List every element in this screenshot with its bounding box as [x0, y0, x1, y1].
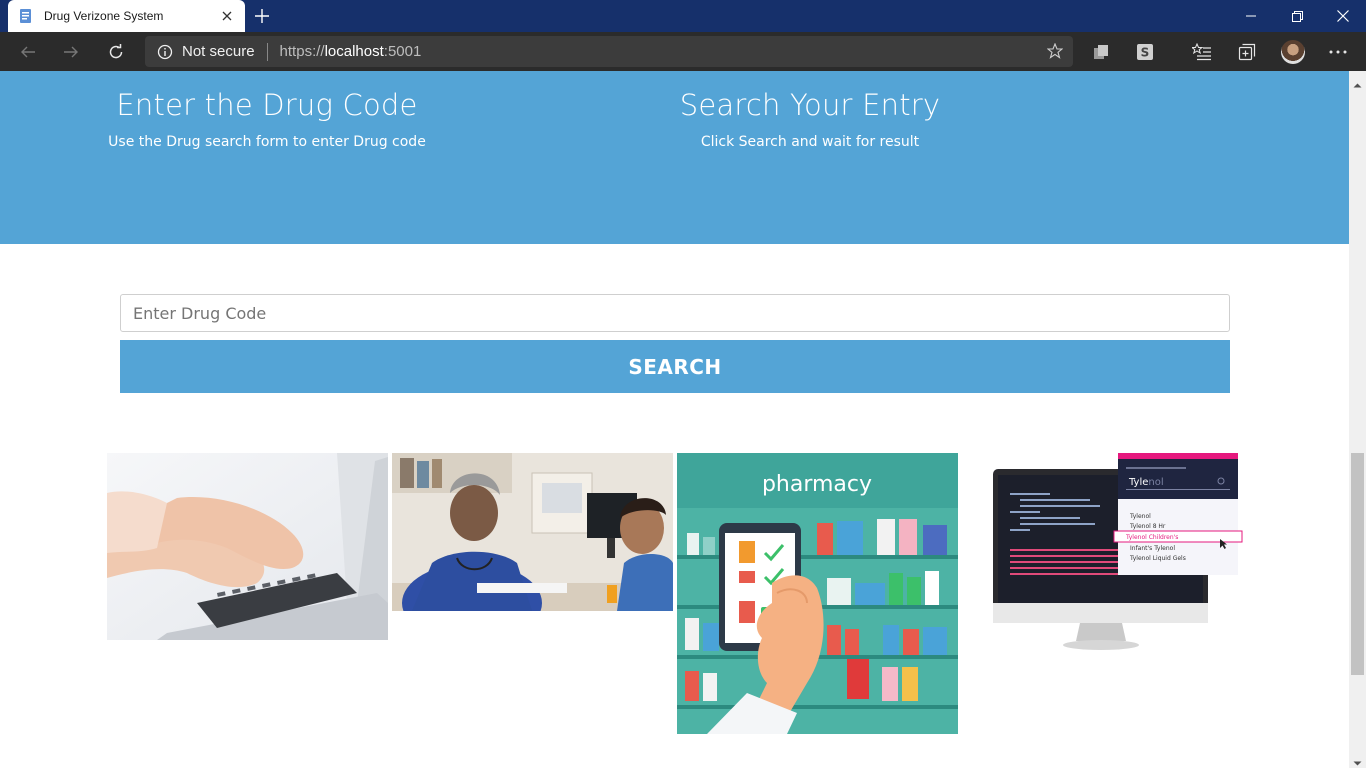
autocomplete-item: Tylenol Liquid Gels — [1129, 555, 1186, 562]
profile-avatar-icon[interactable] — [1281, 40, 1305, 64]
favorite-star-icon[interactable] — [1046, 42, 1064, 59]
browser-toolbar: Not secure https://localhost:5001 S — [0, 32, 1366, 71]
pharmacy-sign-text: pharmacy — [762, 472, 872, 497]
svg-text:S: S — [1141, 46, 1150, 60]
refresh-icon[interactable] — [102, 38, 130, 66]
restore-icon[interactable] — [1274, 0, 1320, 32]
svg-text:Tylenol: Tylenol — [1128, 477, 1164, 488]
autocomplete-item: Tylenol — [1129, 513, 1151, 520]
url-text[interactable]: https://localhost:5001 — [280, 43, 422, 60]
collections-extension-icon[interactable] — [1090, 41, 1112, 63]
doctor-desk-image — [392, 453, 673, 611]
url-port: :5001 — [383, 43, 422, 60]
forward-icon[interactable] — [57, 38, 85, 66]
step-search-entry-subtitle: Click Search and wait for result — [700, 134, 920, 150]
laptop-typing-image — [107, 453, 388, 640]
more-options-icon[interactable] — [1327, 41, 1349, 63]
collections-icon[interactable] — [1236, 41, 1258, 63]
url-scheme: https:// — [279, 43, 325, 60]
scroll-up-icon[interactable] — [1353, 75, 1362, 88]
step-search-entry-title: Search Your Entry — [679, 88, 941, 122]
autocomplete-item: Tylenol 8 Hr — [1129, 523, 1166, 530]
browser-tab[interactable]: Drug Verizone System — [8, 0, 245, 32]
step-enter-code: Enter the Drug Code Use the Drug search … — [57, 88, 477, 150]
scroll-down-icon[interactable] — [1353, 753, 1362, 766]
tab-title: Drug Verizone System — [44, 9, 164, 23]
step-enter-code-title: Enter the Drug Code — [116, 88, 418, 122]
new-tab-icon[interactable] — [252, 6, 272, 26]
back-icon[interactable] — [14, 38, 42, 66]
hero-banner: Enter the Drug Code Use the Drug search … — [0, 71, 1349, 244]
pharmacy-illustration: pharmacy OK — [677, 453, 958, 734]
autocomplete-rest: nol — [1148, 477, 1163, 488]
step-enter-code-subtitle: Use the Drug search form to enter Drug c… — [108, 134, 426, 150]
browser-title-bar: Drug Verizone System — [0, 0, 1366, 32]
info-icon[interactable] — [157, 44, 173, 60]
url-host: localhost — [324, 43, 384, 60]
page-icon — [18, 8, 34, 24]
search-button[interactable]: SEARCH — [120, 340, 1230, 393]
favorites-list-icon[interactable] — [1191, 41, 1213, 63]
close-tab-icon[interactable] — [219, 8, 235, 24]
autocomplete-item: Infant's Tylenol — [1130, 545, 1175, 552]
minimize-icon[interactable] — [1228, 0, 1274, 32]
page-content: Enter the Drug Code Use the Drug search … — [0, 71, 1349, 768]
s-extension-icon[interactable]: S — [1134, 41, 1156, 63]
close-window-icon[interactable] — [1320, 0, 1366, 32]
step-search-entry: Search Your Entry Click Search and wait … — [600, 88, 1020, 150]
vertical-scrollbar[interactable] — [1349, 71, 1366, 768]
address-divider — [266, 42, 268, 61]
drug-code-input[interactable] — [120, 294, 1230, 332]
security-label[interactable]: Not secure — [182, 43, 255, 60]
autocomplete-typed: Tyle — [1128, 477, 1148, 488]
autocomplete-item-highlighted: Tylenol Children's — [1125, 534, 1178, 541]
autocomplete-monitor-image: Tylenol Tylenol Tylenol 8 Hr Tylenol Chi… — [980, 453, 1246, 665]
address-bar[interactable]: Not secure https://localhost:5001 — [145, 36, 1073, 67]
scroll-thumb[interactable] — [1351, 453, 1364, 675]
